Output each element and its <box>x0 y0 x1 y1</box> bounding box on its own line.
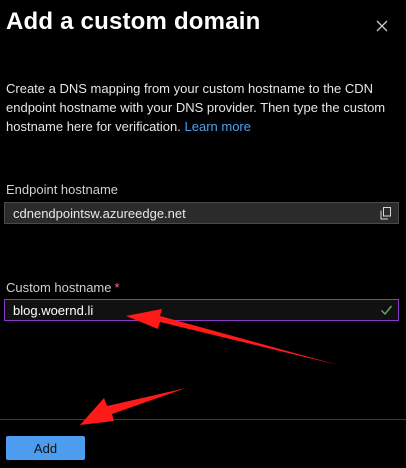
endpoint-hostname-field: cdnendpointsw.azureedge.net <box>4 202 399 224</box>
custom-hostname-label: Custom hostname * <box>6 280 120 295</box>
copy-icon <box>380 207 391 220</box>
endpoint-hostname-value: cdnendpointsw.azureedge.net <box>13 205 186 221</box>
valid-indicator <box>380 304 393 316</box>
add-button[interactable]: Add <box>6 436 85 460</box>
custom-hostname-input[interactable]: blog.woernd.li <box>4 299 399 321</box>
close-icon <box>376 20 388 32</box>
learn-more-link[interactable]: Learn more <box>185 119 251 134</box>
copy-button[interactable] <box>380 207 392 220</box>
checkmark-icon <box>381 305 393 316</box>
endpoint-hostname-label: Endpoint hostname <box>6 182 119 197</box>
annotation-arrows <box>80 309 338 425</box>
panel-title: Add a custom domain <box>6 8 261 35</box>
custom-hostname-label-text: Custom hostname <box>6 280 112 295</box>
custom-hostname-value[interactable]: blog.woernd.li <box>13 303 93 318</box>
panel-description: Create a DNS mapping from your custom ho… <box>6 79 396 136</box>
footer-divider <box>0 419 406 420</box>
close-button[interactable] <box>370 14 394 38</box>
required-mark: * <box>114 280 120 295</box>
